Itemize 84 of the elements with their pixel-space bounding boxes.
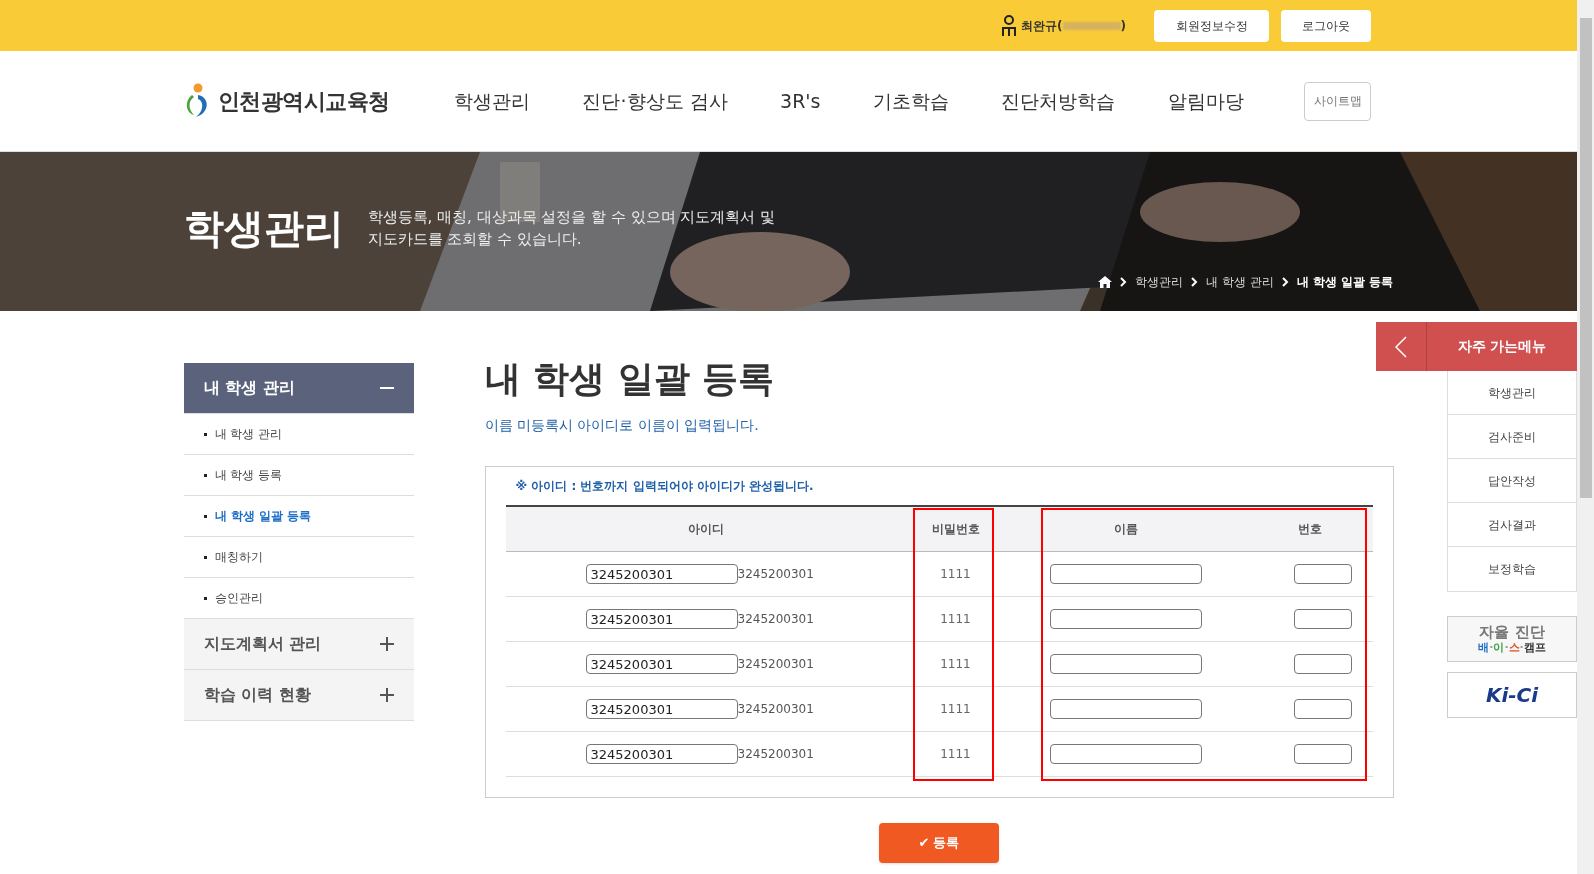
nav-link[interactable]: 진단·향상도 검사	[582, 86, 728, 116]
user-icon	[1001, 14, 1018, 37]
chevron-icon	[1191, 277, 1199, 287]
quick-menu-title: 자주 가는메뉴	[1456, 337, 1548, 356]
page-title: 내 학생 일괄 등록	[484, 361, 776, 397]
nav-link[interactable]: 3R's	[780, 86, 821, 116]
kici-banner[interactable]: Ki-Ci	[1447, 672, 1577, 718]
column-header: 아이디	[686, 521, 725, 538]
banner-title: 자율 진단	[1479, 625, 1545, 640]
top-bar-button[interactable]: 로그아웃	[1281, 9, 1371, 42]
password-cell-text: 1111	[939, 656, 972, 673]
sidebar-item[interactable]: 내 학생 관리	[214, 425, 283, 443]
diagnosis-banner[interactable]: 자율 진단 배·이·스·캠프	[1447, 616, 1577, 662]
user-name-end: )	[1120, 17, 1126, 35]
id-field[interactable]: 3245200301	[585, 564, 738, 584]
id-text: 3245200301	[737, 656, 814, 673]
name-field[interactable]	[1049, 654, 1202, 674]
name-field[interactable]	[1049, 564, 1202, 584]
number-field[interactable]	[1293, 699, 1352, 719]
banner-description: 학생등록, 매칭, 대상과목 설정을 할 수 있으며 지도계획서 및 지도카드를 조회할 수 있습니다.	[367, 207, 776, 250]
sidebar-group[interactable]: 학습 이력 현황	[183, 670, 414, 721]
column-header: 번호	[1296, 521, 1323, 538]
id-text: 3245200301	[737, 566, 814, 583]
page-subtitle: 이름 미등록시 아이디로 이름이 입력됩니다.	[484, 416, 760, 435]
nav-link[interactable]: 진단처방학습	[1001, 86, 1116, 116]
name-field[interactable]	[1049, 699, 1202, 719]
kici-logo: Ki-Ci	[1485, 682, 1539, 709]
plus-icon	[379, 688, 394, 702]
password-cell-text: 1111	[939, 611, 972, 628]
nav-link[interactable]: 알림마당	[1167, 86, 1244, 116]
id-field[interactable]: 3245200301	[585, 699, 738, 719]
id-text: 3245200301	[737, 611, 814, 628]
quick-menu-item[interactable]: 검사결과	[1448, 503, 1576, 547]
banner-subtitle: 배·이·스·캠프	[1478, 642, 1546, 653]
top-bar-button[interactable]: 회원정보수정	[1154, 9, 1269, 42]
number-field[interactable]	[1293, 654, 1352, 674]
sidebar-item[interactable]: 매칭하기	[214, 548, 263, 566]
id-field[interactable]: 3245200301	[585, 744, 738, 764]
name-field[interactable]	[1049, 744, 1202, 764]
logo-text: 인천광역시교육청	[218, 87, 390, 116]
quick-menu-item[interactable]: 검사준비	[1448, 415, 1576, 459]
bullet-icon	[203, 596, 207, 600]
bullet-icon	[203, 432, 207, 436]
bullet-icon	[203, 514, 207, 518]
number-field[interactable]	[1293, 609, 1352, 629]
column-header: 이름	[1112, 521, 1139, 538]
nav-link[interactable]: 학생관리	[454, 86, 530, 116]
chevron-icon	[1281, 277, 1289, 287]
plus-icon	[379, 637, 394, 651]
id-field[interactable]: 3245200301	[585, 609, 738, 629]
check-icon: ✔	[918, 833, 930, 853]
breadcrumb-link[interactable]: 학생관리	[1135, 273, 1184, 291]
chevron-left-icon	[1395, 335, 1407, 358]
number-field[interactable]	[1293, 564, 1352, 584]
id-text: 3245200301	[737, 746, 814, 763]
banner-title: 학생관리	[183, 204, 344, 253]
password-cell-text: 1111	[939, 566, 972, 583]
breadcrumb-link[interactable]: 내 학생 일괄 등록	[1296, 273, 1394, 291]
user-name: 최완규(	[1021, 17, 1063, 35]
quick-menu-item[interactable]: 보정학습	[1448, 547, 1576, 591]
name-field[interactable]	[1049, 609, 1202, 629]
breadcrumb-link[interactable]: 내 학생 관리	[1206, 273, 1274, 291]
sidebar-group[interactable]: 지도계획서 관리	[183, 619, 414, 670]
quick-menu-item[interactable]: 학생관리	[1448, 371, 1576, 415]
sidebar-item[interactable]: 승인관리	[214, 589, 263, 607]
sitemap-button[interactable]: 사이트맵	[1304, 81, 1371, 121]
sidebar-item[interactable]: 내 학생 등록	[214, 466, 283, 484]
notice-text: ※ 아이디 : 번호까지 입력되어야 아이디가 완성됩니다.	[514, 478, 815, 495]
chevron-icon	[1120, 277, 1128, 287]
sidebar-group[interactable]: 내 학생 관리	[183, 363, 414, 414]
redacted-mark	[1062, 21, 1121, 30]
id-text: 3245200301	[737, 701, 814, 718]
column-header: 비밀번호	[930, 521, 981, 538]
quick-menu-item[interactable]: 답안작성	[1448, 459, 1576, 503]
id-field[interactable]: 3245200301	[585, 654, 738, 674]
sidebar-item[interactable]: 내 학생 일괄 등록	[214, 507, 312, 525]
password-cell-text: 1111	[939, 701, 972, 718]
number-field[interactable]	[1293, 744, 1352, 764]
logo-icon	[184, 83, 210, 119]
home-icon	[1098, 276, 1113, 288]
nav-link[interactable]: 기초학습	[872, 86, 949, 116]
password-cell-text: 1111	[939, 746, 972, 763]
bullet-icon	[203, 473, 207, 477]
bullet-icon	[203, 555, 207, 559]
